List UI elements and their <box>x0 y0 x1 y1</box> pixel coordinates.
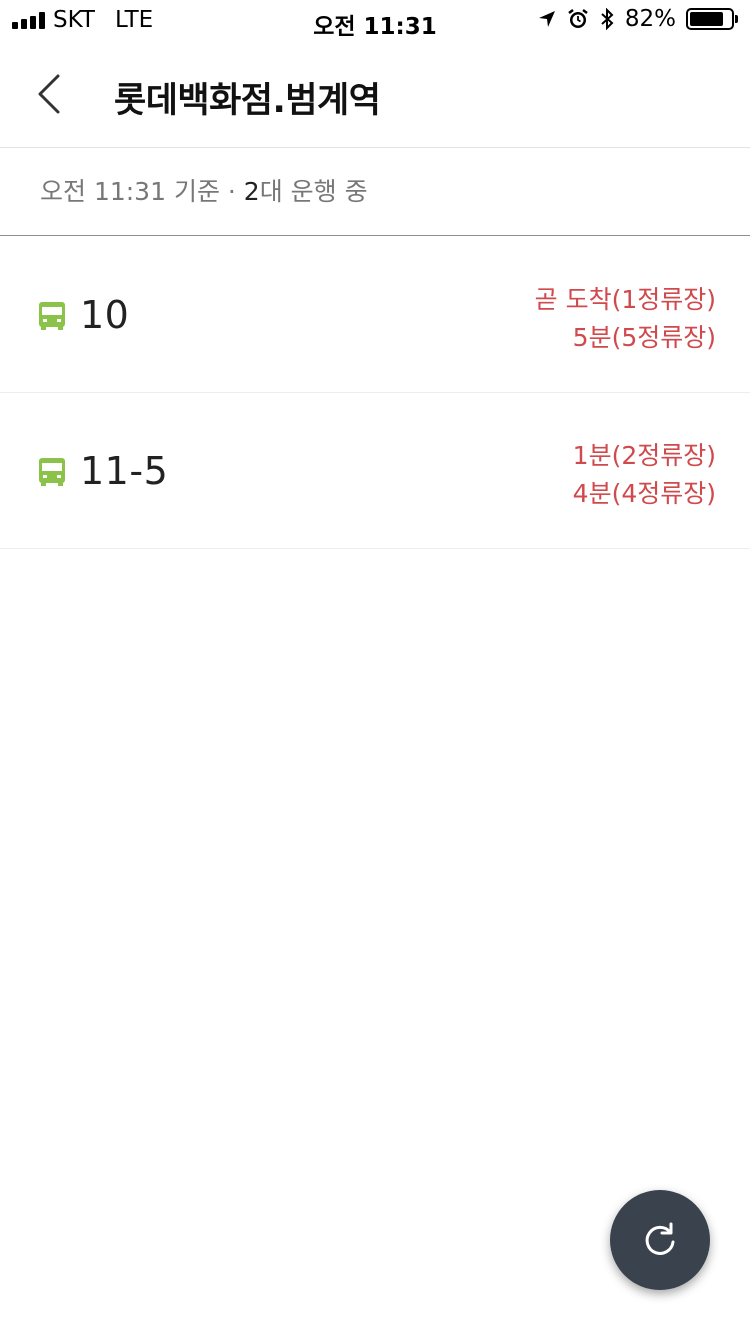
arrival-second: 5분(5정류장) <box>572 323 716 352</box>
header: 롯데백화점.범계역 <box>0 40 750 148</box>
battery-percent: 82% <box>624 6 676 32</box>
arrival-first: 곧 도착(1정류장) <box>534 285 716 314</box>
bluetooth-icon <box>601 8 614 30</box>
bus-row-11-5[interactable]: 11-5 1분(2정류장) 4분(4정류장) <box>0 393 750 549</box>
route-number: 11-5 <box>80 449 169 493</box>
signal-icon <box>12 11 45 29</box>
bus-row-10[interactable]: 10 곧 도착(1정류장) 5분(5정류장) <box>0 237 750 393</box>
bus-icon <box>39 458 65 486</box>
status-right: 82% <box>537 6 738 32</box>
chevron-left-icon <box>38 74 60 114</box>
refresh-icon <box>645 1222 675 1255</box>
page-title: 롯데백화점.범계역 <box>114 81 381 121</box>
info-bar: 오전 11:31 기준 · 2대 운행 중 <box>0 149 750 236</box>
arrival-info: 1분(2정류장) 4분(4정류장) <box>573 437 716 513</box>
status-left: SKT LTE <box>12 7 153 33</box>
info-suffix: 대 운행 중 <box>259 177 368 206</box>
bus-list: 10 곧 도착(1정류장) 5분(5정류장) 11-5 1분(2정류장) 4분(… <box>0 237 750 549</box>
location-arrow-icon <box>538 11 555 27</box>
arrival-first: 1분(2정류장) <box>572 441 716 470</box>
arrival-second: 4분(4정류장) <box>572 479 716 508</box>
bus-icon <box>39 302 65 330</box>
route-number: 10 <box>80 293 130 337</box>
status-bar: SKT LTE 오전 11:31 82% <box>0 0 750 40</box>
screen: SKT LTE 오전 11:31 82% 롯데백화점.범계역 오전 11:31 … <box>0 0 750 1334</box>
back-button[interactable] <box>30 72 70 116</box>
network-label: LTE <box>114 7 154 33</box>
bus-count: 2 <box>243 177 260 206</box>
refresh-button[interactable] <box>610 1190 710 1290</box>
arrival-info: 곧 도착(1정류장) 5분(5정류장) <box>535 281 716 357</box>
alarm-icon <box>568 9 588 28</box>
battery-icon <box>686 8 738 30</box>
info-prefix: 오전 11:31 기준 · <box>40 177 244 206</box>
carrier-label: SKT <box>53 7 95 33</box>
